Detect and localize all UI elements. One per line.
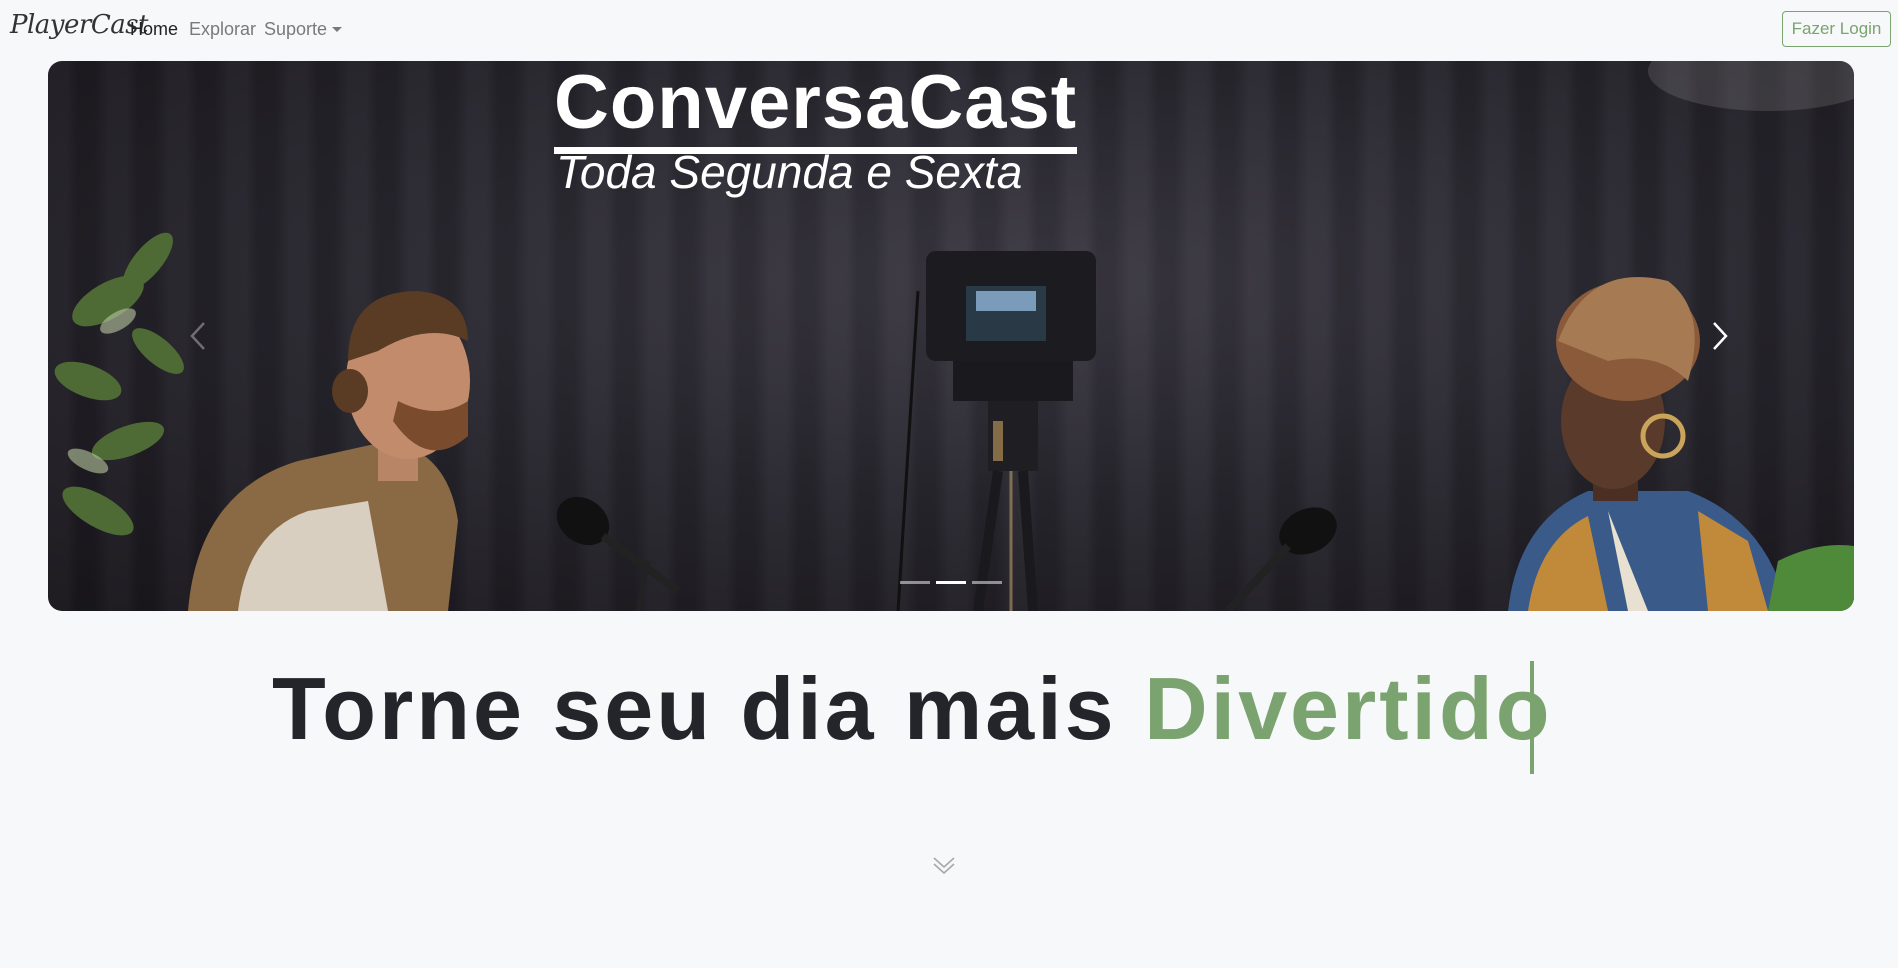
chevron-double-down-icon xyxy=(933,857,955,875)
hero-headline: Torne seu dia mais Divertido xyxy=(272,665,1552,753)
scroll-down-button[interactable] xyxy=(932,856,956,876)
nav-suporte-label: Suporte xyxy=(264,19,328,39)
headline-prefix: Torne seu dia mais xyxy=(272,659,1145,758)
caret-down-icon xyxy=(332,27,343,32)
nav-explorar-link[interactable]: Explorar xyxy=(189,19,256,40)
nav-home-link[interactable]: Home xyxy=(130,19,178,40)
carousel-next-button[interactable] xyxy=(1700,311,1740,361)
chevron-left-icon xyxy=(190,322,205,350)
nav-suporte-dropdown[interactable]: Suporte xyxy=(264,19,343,40)
hero-carousel: ConversaCast Toda Segunda e Sexta xyxy=(48,61,1854,611)
carousel-prev-button[interactable] xyxy=(178,311,218,361)
brand-logo[interactable]: PlayerCast xyxy=(10,10,149,40)
carousel-indicator[interactable] xyxy=(900,581,930,584)
carousel-indicators xyxy=(900,581,1002,584)
top-navbar: PlayerCast Home Explorar Suporte Fazer L… xyxy=(0,0,1898,58)
carousel-indicator-active[interactable] xyxy=(936,581,966,584)
carousel-indicator[interactable] xyxy=(972,581,1002,584)
slide-subtitle: Toda Segunda e Sexta xyxy=(556,146,1023,198)
headline-accent-word: Divertido xyxy=(1144,659,1553,758)
login-button[interactable]: Fazer Login xyxy=(1782,11,1891,47)
slide-title: ConversaCast xyxy=(554,61,1078,154)
chevron-right-icon xyxy=(1713,322,1728,350)
typing-cursor xyxy=(1530,661,1534,774)
